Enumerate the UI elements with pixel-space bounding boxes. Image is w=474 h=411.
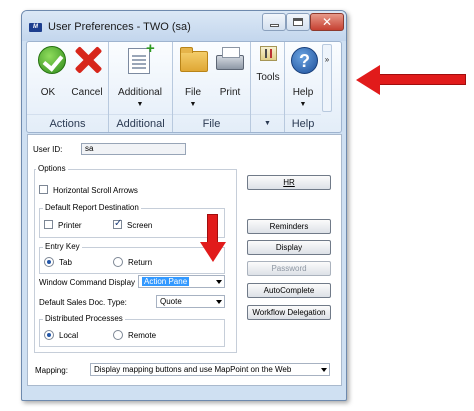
file-button[interactable]: File ▼ (175, 42, 211, 114)
additional-label: Additional (118, 87, 162, 98)
ribbon-group-file: File ▼ Print File (173, 42, 251, 132)
hr-button[interactable]: HR (247, 175, 331, 190)
entry-key-return-radio[interactable] (113, 257, 123, 267)
printer-label: Printer (58, 221, 82, 230)
group-label-actions: Actions (27, 114, 108, 132)
horizontal-scroll-arrows-checkbox[interactable] (39, 185, 48, 194)
autocomplete-button[interactable]: AutoComplete (247, 283, 331, 298)
horizontal-scroll-arrows-label: Horizontal Scroll Arrows (53, 186, 138, 195)
chevron-down-icon (321, 368, 327, 372)
entry-key-label: Entry Key (43, 242, 82, 251)
user-id-label: User ID: (33, 145, 63, 154)
cancel-x-icon (73, 45, 103, 75)
help-dropdown-icon: ▼ (299, 101, 307, 108)
additional-button[interactable]: + Additional ▼ (109, 40, 171, 114)
window-command-display-label: Window Command Display (39, 278, 136, 287)
folder-icon (180, 47, 208, 72)
tools-button[interactable]: Tools (251, 42, 285, 114)
reminders-button-label: Reminders (269, 222, 309, 231)
annotation-arrow-left (356, 65, 466, 95)
window-title: User Preferences - TWO (sa) (48, 21, 191, 33)
group-label-additional: Additional (109, 114, 172, 132)
default-sales-doc-type-select[interactable]: Quote (156, 295, 225, 308)
printer-checkbox[interactable] (44, 220, 53, 229)
autocomplete-button-label: AutoComplete (263, 286, 315, 295)
status-bar (27, 387, 342, 399)
default-report-destination-label: Default Report Destination (43, 203, 141, 212)
ok-label: OK (40, 87, 56, 98)
print-button[interactable]: Print (211, 42, 249, 114)
workflow-delegation-button-label: Workflow Delegation (252, 308, 326, 317)
ribbon-group-actions: OK Cancel Actions (27, 42, 109, 132)
annotation-arrow-head-icon (200, 242, 226, 262)
cancel-label: Cancel (71, 87, 103, 98)
app-icon: M (29, 23, 42, 32)
preferences-form: User ID: sa Options Horizontal Scroll Ar… (27, 134, 342, 386)
annotation-arrow-shaft (378, 74, 466, 85)
mapping-value: Display mapping buttons and use MapPoint… (94, 365, 292, 374)
annotation-arrow-head-icon (356, 65, 380, 95)
printer-icon (216, 47, 244, 70)
user-preferences-window: M User Preferences - TWO (sa) ✕ OK Cance… (21, 10, 347, 401)
default-sales-doc-type-value: Quote (160, 297, 182, 306)
close-button[interactable]: ✕ (310, 13, 344, 31)
tools-label: Tools (256, 72, 280, 83)
options-label: Options (36, 164, 68, 173)
chevron-down-icon (216, 280, 222, 284)
mapping-select[interactable]: Display mapping buttons and use MapPoint… (90, 363, 330, 376)
remote-label: Remote (128, 331, 157, 340)
entry-key-return-label: Return (128, 258, 153, 267)
file-dropdown-icon: ▼ (189, 101, 197, 108)
screen-label: Screen (127, 221, 153, 230)
display-button-label: Display (275, 243, 303, 252)
ok-checkmark-icon (38, 46, 66, 74)
maximize-button[interactable] (286, 13, 310, 31)
entry-key-tab-radio[interactable] (44, 257, 54, 267)
help-button[interactable]: ? Help ▼ (285, 42, 321, 114)
help-label: Help (292, 87, 314, 98)
minimize-icon (269, 23, 279, 27)
ok-button[interactable]: OK (29, 42, 67, 114)
maximize-icon (293, 18, 303, 26)
tools-dropdown-icon[interactable]: ▼ (251, 114, 284, 132)
group-label-file: File (173, 114, 250, 132)
display-button[interactable]: Display (247, 240, 331, 255)
window-command-display-select[interactable]: Action Pane (138, 275, 225, 288)
print-label: Print (219, 87, 241, 98)
minimize-button[interactable] (262, 13, 286, 31)
chevron-down-icon (216, 300, 222, 304)
ribbon: OK Cancel Actions + Additional ▼ Additio… (26, 41, 342, 133)
window-command-display-value: Action Pane (142, 277, 190, 286)
file-label: File (184, 87, 202, 98)
workflow-delegation-button[interactable]: Workflow Delegation (247, 305, 331, 320)
local-radio[interactable] (44, 330, 54, 340)
ribbon-group-help: ? Help ▼ Help (285, 42, 321, 132)
distributed-processes-label: Distributed Processes (43, 314, 125, 323)
additional-dropdown-icon: ▼ (136, 101, 144, 108)
password-button[interactable]: Password (247, 261, 331, 276)
title-bar[interactable]: M User Preferences - TWO (sa) ✕ (22, 11, 346, 41)
default-sales-doc-type-label: Default Sales Doc. Type: (39, 298, 127, 307)
ribbon-group-tools: Tools ▼ (251, 42, 285, 132)
remote-radio[interactable] (113, 330, 123, 340)
user-id-field: sa (81, 143, 186, 155)
close-icon: ✕ (321, 15, 333, 29)
group-label-help: Help (285, 114, 321, 132)
help-question-icon: ? (291, 47, 318, 74)
add-plus-icon: + (146, 40, 155, 57)
mapping-label: Mapping: (35, 366, 68, 375)
ribbon-overflow-button[interactable]: » (322, 44, 332, 112)
ribbon-group-additional: + Additional ▼ Additional (109, 40, 173, 132)
local-label: Local (59, 331, 79, 340)
cancel-button[interactable]: Cancel (67, 42, 107, 114)
annotation-arrow-shaft (207, 214, 218, 244)
annotation-arrow-down (200, 214, 226, 264)
screen-checkbox[interactable] (113, 218, 122, 229)
reminders-button[interactable]: Reminders (247, 219, 331, 234)
hr-button-label: HR (283, 178, 295, 187)
password-button-label: Password (271, 264, 307, 273)
entry-key-tab-label: Tab (59, 258, 72, 267)
tools-icon (260, 46, 277, 61)
